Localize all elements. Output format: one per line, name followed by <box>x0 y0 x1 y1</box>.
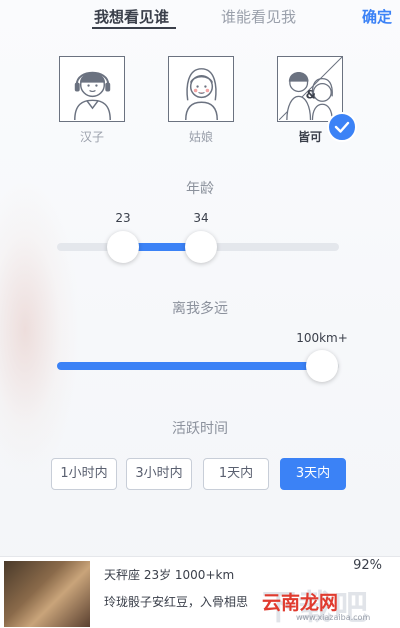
selected-check-icon <box>327 112 357 142</box>
distance-slider-fill <box>57 362 321 370</box>
distance-thumb[interactable] <box>306 350 338 382</box>
age-min-thumb[interactable] <box>107 231 139 263</box>
age-title: 年龄 <box>186 181 214 197</box>
gender-option-man[interactable]: 汉子 <box>57 56 127 145</box>
tab-who-can-see-me[interactable]: 谁能看见我 <box>221 6 296 27</box>
profile-signature: 玲珑骰子安红豆，入骨相思 <box>104 595 249 609</box>
man-avatar-icon <box>59 56 125 122</box>
couple-avatar-icon: & <box>277 56 343 122</box>
svg-text:&: & <box>305 87 315 101</box>
distance-value: 100km+ <box>296 331 348 345</box>
time-option-1d[interactable]: 1天内 <box>203 458 269 490</box>
tab-who-i-want-to-see[interactable]: 我想看见谁 <box>94 6 169 27</box>
distance-title: 离我多远 <box>172 301 228 317</box>
time-option-3h[interactable]: 3小时内 <box>126 458 192 490</box>
profile-photo <box>4 561 90 627</box>
gender-option-label: 姑娘 <box>188 130 213 144</box>
age-max-thumb[interactable] <box>185 231 217 263</box>
active-tab-underline <box>92 27 176 29</box>
profile-summary: 天秤座 23岁 1000+km <box>104 568 235 582</box>
time-option-3d[interactable]: 3天内 <box>280 458 346 490</box>
activity-title: 活跃时间 <box>172 421 228 437</box>
age-max-value: 34 <box>193 211 209 225</box>
filter-screen: 我想看见谁 谁能看见我 确定 汉子 姑娘 & 皆可 年龄 23 34 离我多远 … <box>0 0 400 628</box>
gender-option-woman[interactable]: 姑娘 <box>166 56 236 145</box>
confirm-button[interactable]: 确定 <box>362 6 392 27</box>
match-percent: 92% <box>353 558 382 573</box>
gender-option-label: 汉子 <box>79 130 104 144</box>
time-option-1h[interactable]: 1小时内 <box>51 458 117 490</box>
watermark-brand: 云南龙网 <box>262 592 339 614</box>
watermark-url: www.xiazaiba.com <box>296 613 371 622</box>
age-min-value: 23 <box>115 211 131 225</box>
gender-option-both[interactable]: & 皆可 <box>275 56 357 145</box>
woman-avatar-icon <box>168 56 234 122</box>
header-bar: 我想看见谁 谁能看见我 确定 <box>0 0 400 34</box>
